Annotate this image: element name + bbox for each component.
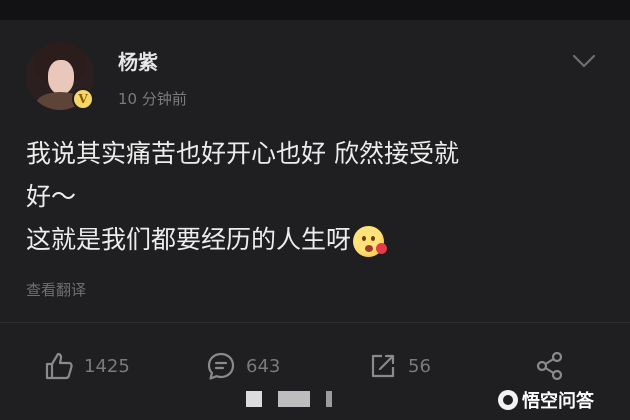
comment-button[interactable]: 643 <box>206 346 280 386</box>
emoji-eye-right <box>371 235 376 241</box>
repost-count: 56 <box>408 355 431 377</box>
page-indicator-dot <box>326 391 332 407</box>
status-bar <box>0 0 630 20</box>
like-count: 1425 <box>84 355 130 377</box>
thumbs-up-icon <box>45 352 73 380</box>
post-line-3: 这就是我们都要经历的人生呀 <box>26 218 596 261</box>
watermark-text: 悟空问答 <box>522 391 594 412</box>
page-indicator-dot <box>278 391 310 407</box>
avatar-face <box>48 60 74 94</box>
post-line-2: 好～ <box>26 182 77 211</box>
post-line-3-text: 这就是我们都要经历的人生呀 <box>26 225 352 254</box>
kiss-emoji-icon <box>353 225 388 257</box>
translate-link[interactable]: 查看翻译 <box>26 279 86 300</box>
share-button[interactable] <box>534 346 566 386</box>
page-indicator-dot <box>246 391 262 407</box>
share-arrow-icon <box>371 354 395 378</box>
chevron-down-icon[interactable] <box>572 54 596 68</box>
wukong-logo-icon <box>498 390 518 410</box>
emoji-mouth <box>365 244 374 252</box>
divider <box>0 322 630 323</box>
repost-button[interactable]: 56 <box>368 346 431 386</box>
username[interactable]: 杨紫 <box>118 46 158 75</box>
emoji-eye-left <box>362 235 367 241</box>
post-line-1: 我说其实痛苦也好开心也好 欣然接受就 <box>26 139 459 168</box>
like-button[interactable]: 1425 <box>44 346 130 386</box>
post-timestamp: 10 分钟前 <box>118 90 187 108</box>
watermark: 悟空问答 <box>498 389 594 412</box>
comment-count: 643 <box>246 355 281 377</box>
emoji-heart <box>376 242 388 254</box>
verified-badge-icon: V <box>72 88 94 110</box>
post-content: 我说其实痛苦也好开心也好 欣然接受就 好～ 这就是我们都要经历的人生呀 <box>26 132 596 261</box>
share-nodes-icon <box>536 351 563 381</box>
comment-bubble-icon <box>207 352 235 380</box>
